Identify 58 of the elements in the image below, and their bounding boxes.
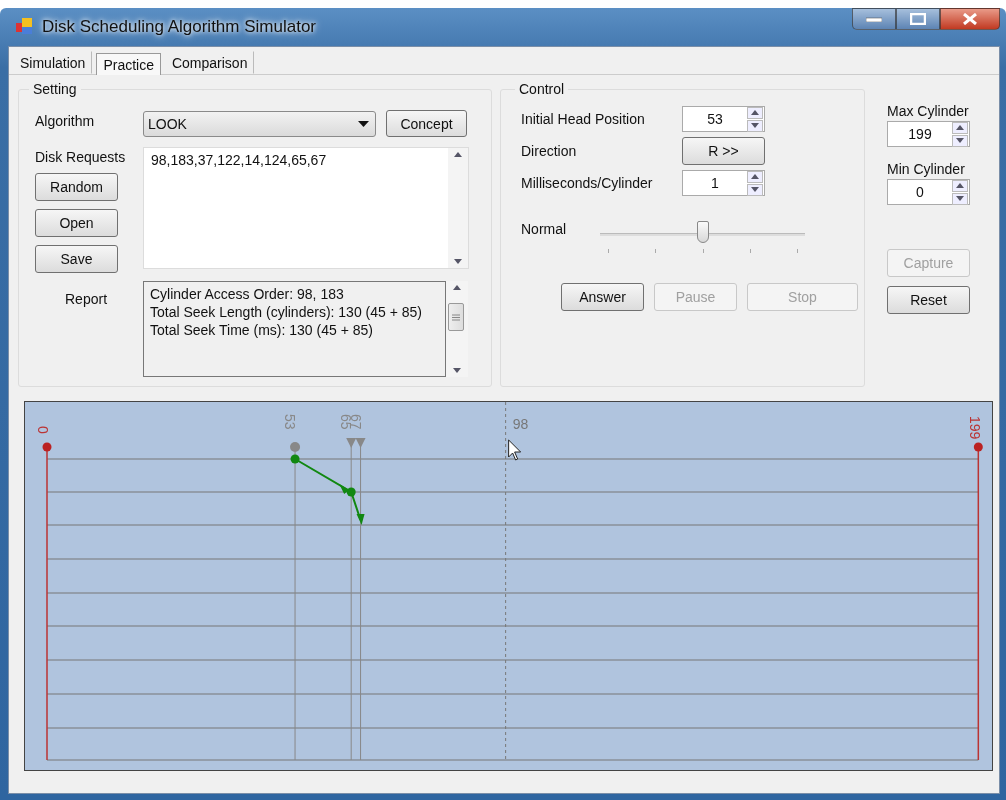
field-label: Algorithm bbox=[35, 112, 96, 129]
down-arrow-icon[interactable] bbox=[751, 187, 759, 192]
caret-icon bbox=[358, 120, 369, 127]
maximize-icon bbox=[910, 13, 926, 25]
down-arrow-icon[interactable] bbox=[453, 368, 461, 374]
report-text: Cylinder Access Order: 98, 183 Total Seek Length (cylinders): 130 (45 + 85) Total Seek Time (ms): 130 (45 + 85) bbox=[143, 281, 446, 378]
field-label: Initial Head Position bbox=[521, 111, 646, 127]
up-arrow-icon[interactable] bbox=[453, 285, 461, 291]
app-icon bbox=[16, 18, 34, 36]
group-title: Setting bbox=[32, 81, 78, 97]
number-spinner[interactable]: 1 bbox=[682, 170, 765, 196]
up-arrow-icon[interactable] bbox=[956, 125, 964, 130]
number-spinner[interactable]: 199 bbox=[887, 121, 970, 147]
scrollbar-thumb[interactable] bbox=[448, 303, 464, 332]
down-arrow-icon[interactable] bbox=[454, 258, 462, 264]
down-arrow-icon[interactable] bbox=[956, 138, 964, 143]
speed-label: Normal bbox=[521, 221, 567, 239]
up-arrow-icon[interactable] bbox=[454, 151, 462, 157]
grip-icon bbox=[452, 313, 460, 321]
button[interactable]: Open bbox=[35, 208, 118, 237]
button[interactable]: Random bbox=[35, 172, 118, 201]
field-label: Milliseconds/Cylinder bbox=[521, 175, 654, 191]
scrollbar[interactable] bbox=[448, 147, 468, 268]
direction-button[interactable]: R >> bbox=[682, 137, 765, 165]
button[interactable]: Answer bbox=[561, 283, 644, 311]
field-label: Direction bbox=[521, 143, 578, 159]
up-arrow-icon[interactable] bbox=[751, 110, 759, 115]
button[interactable]: Reset bbox=[887, 286, 970, 314]
field-label: Min Cylinder bbox=[887, 161, 966, 177]
minimize-button[interactable] bbox=[852, 8, 896, 30]
maximize-button[interactable] bbox=[896, 8, 940, 30]
field-label: Report bbox=[65, 291, 109, 310]
button[interactable]: Save bbox=[35, 244, 118, 273]
number-spinner[interactable]: 0 bbox=[887, 179, 970, 205]
cylinder-label: 98 bbox=[512, 416, 529, 432]
up-arrow-icon[interactable] bbox=[751, 174, 759, 179]
cylinder-label: 53 bbox=[282, 414, 299, 430]
field-label: Disk Requests bbox=[35, 148, 126, 165]
up-arrow-icon[interactable] bbox=[956, 183, 964, 188]
close-button[interactable] bbox=[940, 8, 1000, 30]
mouse-cursor-icon bbox=[508, 439, 522, 461]
cylinder-label: 199 bbox=[966, 416, 983, 440]
number-spinner[interactable]: 53 bbox=[682, 106, 765, 132]
minimize-icon bbox=[866, 16, 882, 22]
down-arrow-icon[interactable] bbox=[956, 196, 964, 201]
requests-field[interactable]: 98,183,37,122,14,124,65,67 bbox=[143, 146, 469, 269]
scrollbar[interactable] bbox=[446, 281, 468, 378]
algorithm-dropdown[interactable]: LOOK bbox=[143, 110, 376, 137]
tab[interactable]: Simulation bbox=[13, 51, 93, 74]
cylinder-label: 0 bbox=[35, 426, 52, 434]
tab[interactable]: Comparison bbox=[164, 51, 255, 74]
field-label: Max Cylinder bbox=[887, 103, 970, 119]
window-title: Disk Scheduling Algorithm Simulator bbox=[42, 17, 316, 37]
concept-button[interactable]: Concept bbox=[386, 110, 467, 138]
group-title: Control bbox=[518, 81, 566, 97]
close-icon bbox=[963, 13, 977, 25]
tab[interactable]: Practice bbox=[96, 53, 161, 75]
down-arrow-icon[interactable] bbox=[751, 123, 759, 128]
